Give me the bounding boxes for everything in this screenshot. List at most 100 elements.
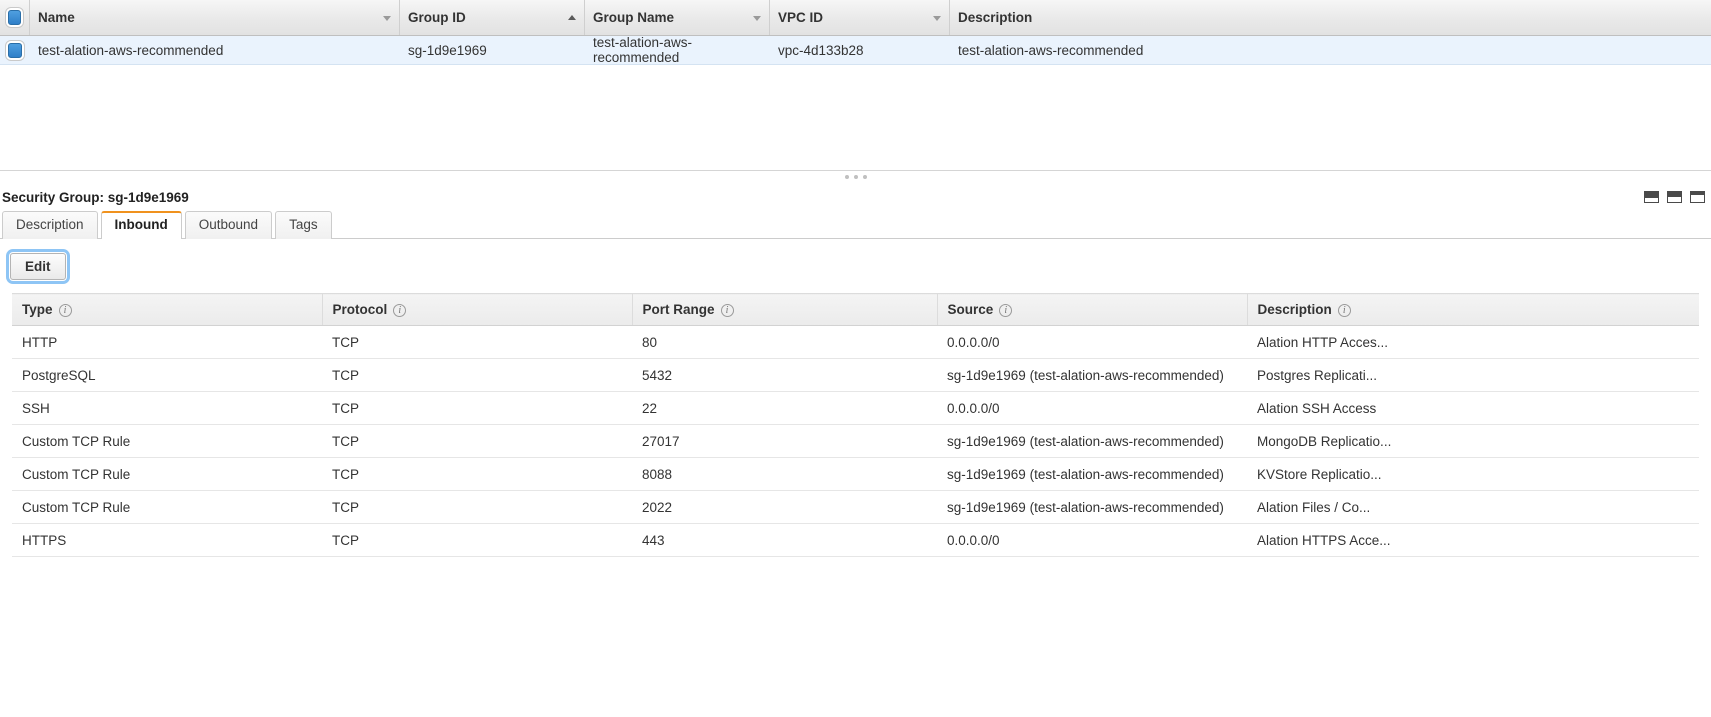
select-all-checkbox-cell[interactable]	[0, 0, 30, 35]
info-icon[interactable]: i	[999, 303, 1013, 317]
cell-source: sg-1d9e1969 (test-alation-aws-recommende…	[937, 358, 1247, 392]
edit-button[interactable]: Edit	[6, 249, 70, 284]
cell-description: Alation HTTP Acces...	[1247, 325, 1699, 359]
column-header-vpc-id[interactable]: VPC ID	[770, 0, 950, 35]
column-header-group-id[interactable]: Group ID	[400, 0, 585, 35]
cell-type: PostgreSQL	[12, 358, 322, 392]
cell-port-range: 2022	[632, 490, 937, 524]
cell-description: test-alation-aws-recommended	[958, 42, 1144, 58]
chevron-down-icon[interactable]	[933, 15, 941, 21]
rules-column-protocol-label: Protocol	[332, 302, 388, 317]
cell-description: MongoDB Replicatio...	[1247, 424, 1699, 458]
inbound-rules-header-row: Type i Protocol i Port Range i Source i Desc…	[12, 293, 1699, 326]
table-row[interactable]: PostgreSQL TCP 5432 sg-1d9e1969 (test-alati…	[12, 358, 1699, 392]
list-empty-space	[0, 65, 1711, 170]
table-row[interactable]: HTTP TCP 80 0.0.0.0/0 Alation HTTP Acces...	[12, 325, 1699, 359]
tab-description[interactable]: Description	[2, 211, 98, 239]
row-checkbox-cell[interactable]	[0, 36, 30, 64]
cell-source: 0.0.0.0/0	[937, 391, 1247, 425]
cell-protocol: TCP	[322, 325, 632, 359]
cell-port-range: 8088	[632, 457, 937, 491]
cell-port-range: 27017	[632, 424, 937, 458]
cell-group-name: test-alation-aws-recommended	[593, 35, 693, 65]
page-title: Security Group: sg-1d9e1969	[2, 189, 189, 205]
table-row[interactable]: HTTPS TCP 443 0.0.0.0/0 Alation HTTPS Acce..…	[12, 523, 1699, 557]
rules-column-description-label: Description	[1257, 302, 1332, 317]
detail-panel-header: Security Group: sg-1d9e1969	[0, 184, 1711, 210]
info-icon[interactable]: i	[1337, 303, 1351, 317]
chevron-down-icon[interactable]	[753, 15, 761, 21]
chevron-up-icon[interactable]	[568, 14, 576, 20]
edit-button-container: Edit	[0, 239, 1711, 293]
rules-column-source[interactable]: Source i	[937, 293, 1248, 326]
cell-port-range: 80	[632, 325, 937, 359]
cell-type: Custom TCP Rule	[12, 457, 322, 491]
table-row[interactable]: Custom TCP Rule TCP 27017 sg-1d9e1969 (test…	[12, 424, 1699, 458]
splitter-grip-icon[interactable]	[844, 175, 867, 179]
table-row[interactable]: test-alation-aws-recommended sg-1d9e1969…	[0, 35, 1711, 65]
cell-source: sg-1d9e1969 (test-alation-aws-recommende…	[937, 490, 1247, 524]
tab-outbound[interactable]: Outbound	[184, 211, 273, 239]
column-header-vpc-id-label: VPC ID	[778, 10, 824, 25]
cell-protocol: TCP	[322, 358, 632, 392]
cell-protocol: TCP	[322, 523, 632, 557]
cell-description: Alation SSH Access	[1247, 391, 1699, 425]
cell-protocol: TCP	[322, 391, 632, 425]
cell-vpc-id: vpc-4d133b28	[778, 42, 864, 58]
cell-port-range: 22	[632, 391, 937, 425]
cell-source: 0.0.0.0/0	[937, 523, 1247, 557]
tab-tags[interactable]: Tags	[275, 211, 332, 239]
cell-protocol: TCP	[322, 457, 632, 491]
cell-port-range: 5432	[632, 358, 937, 392]
cell-source: sg-1d9e1969 (test-alation-aws-recommende…	[937, 457, 1247, 491]
cell-type: HTTPS	[12, 523, 322, 557]
security-group-list: Name Group ID Group Name VPC ID Descript…	[0, 0, 1711, 65]
panel-layout-side-icon[interactable]	[1690, 191, 1705, 203]
inbound-rules-head: Type i Protocol i Port Range i Source i Desc…	[12, 293, 1699, 326]
column-header-group-name[interactable]: Group Name	[585, 0, 770, 35]
cell-description: Alation Files / Co...	[1247, 490, 1699, 524]
cell-protocol: TCP	[322, 490, 632, 524]
cell-description: KVStore Replicatio...	[1247, 457, 1699, 491]
cell-protocol: TCP	[322, 424, 632, 458]
cell-description: Postgres Replicati...	[1247, 358, 1699, 392]
table-row[interactable]: Custom TCP Rule TCP 2022 sg-1d9e1969 (test-…	[12, 490, 1699, 524]
tab-inbound[interactable]: Inbound	[100, 211, 182, 240]
rules-column-protocol[interactable]: Protocol i	[322, 293, 633, 326]
info-icon[interactable]: i	[720, 303, 734, 317]
column-header-description[interactable]: Description	[950, 0, 1711, 35]
checkbox-checked-icon[interactable]	[8, 42, 22, 58]
cell-description: Alation HTTPS Acce...	[1247, 523, 1699, 557]
panel-layout-bottom-icon[interactable]	[1644, 191, 1659, 203]
cell-source: sg-1d9e1969 (test-alation-aws-recommende…	[937, 424, 1247, 458]
panel-splitter[interactable]	[0, 170, 1711, 184]
cell-port-range: 443	[632, 523, 937, 557]
info-icon[interactable]: i	[58, 303, 72, 317]
inbound-rules-body: HTTP TCP 80 0.0.0.0/0 Alation HTTP Acces... P…	[12, 325, 1699, 557]
rules-column-type[interactable]: Type i	[12, 293, 323, 326]
column-header-name-label: Name	[38, 10, 75, 25]
inbound-rules-container: Type i Protocol i Port Range i Source i Desc…	[0, 293, 1711, 557]
column-header-group-id-label: Group ID	[408, 10, 466, 25]
rules-column-description[interactable]: Description i	[1247, 293, 1699, 326]
column-header-group-name-label: Group Name	[593, 10, 675, 25]
security-group-list-header: Name Group ID Group Name VPC ID Descript…	[0, 0, 1711, 36]
column-header-name[interactable]: Name	[30, 0, 400, 35]
chevron-down-icon[interactable]	[383, 15, 391, 21]
cell-name: test-alation-aws-recommended	[38, 42, 224, 58]
rules-column-type-label: Type	[22, 302, 53, 317]
panel-layout-split-icon[interactable]	[1667, 191, 1682, 203]
table-row[interactable]: Custom TCP Rule TCP 8088 sg-1d9e1969 (test-…	[12, 457, 1699, 491]
cell-type: HTTP	[12, 325, 322, 359]
rules-column-port-range[interactable]: Port Range i	[632, 293, 938, 326]
table-row[interactable]: SSH TCP 22 0.0.0.0/0 Alation SSH Access	[12, 391, 1699, 425]
detail-tabs: Description Inbound Outbound Tags	[0, 210, 1711, 240]
info-icon[interactable]: i	[393, 303, 407, 317]
cell-type: Custom TCP Rule	[12, 490, 322, 524]
column-header-description-label: Description	[958, 10, 1033, 25]
cell-type: Custom TCP Rule	[12, 424, 322, 458]
cell-source: 0.0.0.0/0	[937, 325, 1247, 359]
rules-column-source-label: Source	[947, 302, 994, 317]
cell-type: SSH	[12, 391, 322, 425]
checkbox-checked-icon[interactable]	[8, 10, 21, 25]
